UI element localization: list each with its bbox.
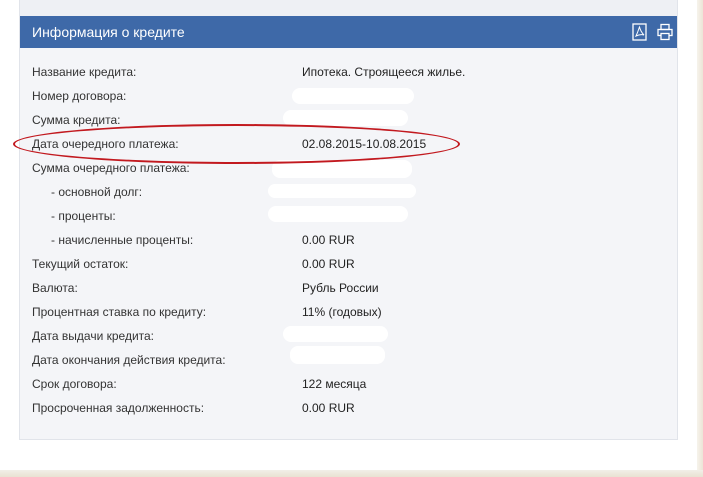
row-label: Дата выдачи кредита: <box>32 329 155 343</box>
row-next-payment-date: Дата очередного платежа: 02.08.2015-10.0… <box>20 132 677 156</box>
redaction-blur <box>283 110 408 126</box>
pdf-icon[interactable] <box>631 23 649 41</box>
row-value: 0.00 RUR <box>302 233 355 247</box>
redaction-blur <box>268 184 416 198</box>
redaction-blur <box>268 206 408 222</box>
row-value: Рубль России <box>302 281 379 295</box>
row-label: Название кредита: <box>32 65 137 79</box>
row-label: Дата окончания действия кредита: <box>32 353 226 367</box>
row-label: - проценты: <box>51 209 116 223</box>
row-value: 02.08.2015-10.08.2015 <box>302 137 427 151</box>
row-label: Номер договора: <box>32 89 127 103</box>
row-current-balance: Текущий остаток: 0.00 RUR <box>20 252 677 276</box>
row-label: Срок договора: <box>32 377 117 391</box>
row-label: - начисленные проценты: <box>51 233 194 247</box>
panel-title: Информация о кредите <box>32 24 185 40</box>
row-value: 11% (годовых) <box>302 305 382 319</box>
row-value: 0.00 RUR <box>302 401 355 415</box>
row-label: Валюта: <box>32 281 78 295</box>
panel-header: Информация о кредите <box>20 16 677 48</box>
row-label: Сумма кредита: <box>32 113 121 127</box>
print-icon[interactable] <box>656 23 674 41</box>
row-contract-term: Срок договора: 122 месяца <box>20 372 677 396</box>
panel-top-strip <box>19 0 678 16</box>
row-accrued-interest: - начисленные проценты: 0.00 RUR <box>20 228 677 252</box>
row-label: Просроченная задолженность: <box>32 401 205 415</box>
page-edge <box>697 0 703 477</box>
row-label: - основной долг: <box>51 185 143 199</box>
row-value: 0.00 RUR <box>302 257 355 271</box>
row-overdue-debt: Просроченная задолженность: 0.00 RUR <box>20 396 677 420</box>
row-label: Текущий остаток: <box>32 257 129 271</box>
credit-info-panel: Информация о кредите Название кредита: И… <box>19 16 678 440</box>
row-currency: Валюта: Рубль России <box>20 276 677 300</box>
redaction-blur <box>290 346 385 364</box>
row-label: Дата очередного платежа: <box>32 137 179 151</box>
redaction-blur <box>272 160 412 178</box>
page-edge <box>0 470 703 477</box>
row-label: Процентная ставка по кредиту: <box>32 305 207 319</box>
redaction-blur <box>283 326 388 342</box>
row-credit-name: Название кредита: Ипотека. Строящееся жи… <box>20 60 677 84</box>
row-value: Ипотека. Строящееся жилье. <box>302 65 466 79</box>
row-interest-rate: Процентная ставка по кредиту: 11% (годов… <box>20 300 677 324</box>
row-label: Сумма очередного платежа: <box>32 161 190 175</box>
row-value: 122 месяца <box>302 377 367 391</box>
redaction-blur <box>292 88 414 104</box>
